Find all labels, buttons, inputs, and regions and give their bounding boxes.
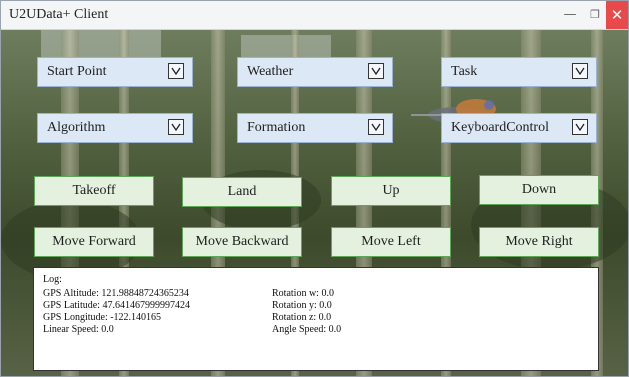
up-button[interactable]: Up bbox=[331, 176, 451, 206]
algorithm-label: Algorithm bbox=[47, 120, 106, 135]
title-bar: U2UData+ Client — ❐ ✕ bbox=[1, 1, 628, 30]
log-linear-speed: Linear Speed: 0.0 bbox=[43, 324, 114, 335]
takeoff-button[interactable]: Takeoff bbox=[34, 176, 154, 206]
log-rotation-column: Rotation w: 0.0 Rotation y: 0.0 Rotation… bbox=[272, 288, 341, 336]
algorithm-dropdown[interactable]: Algorithm bbox=[37, 113, 193, 143]
chevron-down-icon[interactable] bbox=[572, 119, 588, 135]
move-forward-button[interactable]: Move Forward bbox=[34, 227, 154, 257]
task-dropdown[interactable]: Task bbox=[441, 57, 597, 87]
start-point-label: Start Point bbox=[47, 64, 107, 79]
log-gps-column: GPS Altitude: 121.98848724365234 GPS Lat… bbox=[43, 288, 190, 336]
log-panel: Log: GPS Altitude: 121.98848724365234 GP… bbox=[33, 267, 599, 371]
move-right-button[interactable]: Move Right bbox=[479, 227, 599, 257]
log-angle-speed: Angle Speed: 0.0 bbox=[272, 324, 342, 335]
log-rotation-y: Rotation y: 0.0 bbox=[272, 300, 332, 311]
log-rotation-z: Rotation z: 0.0 bbox=[272, 312, 332, 323]
move-left-button[interactable]: Move Left bbox=[331, 227, 451, 257]
start-point-dropdown[interactable]: Start Point bbox=[37, 57, 193, 87]
keyboard-control-dropdown[interactable]: KeyboardControl bbox=[441, 113, 597, 143]
close-icon[interactable]: ✕ bbox=[606, 1, 628, 29]
app-window: U2UData+ Client — ❐ ✕ Start Point Weathe… bbox=[0, 0, 629, 377]
window-title: U2UData+ Client bbox=[9, 7, 109, 22]
land-button[interactable]: Land bbox=[182, 177, 302, 207]
log-gps-latitude: GPS Latitude: 47.641467999997424 bbox=[43, 300, 190, 311]
chevron-down-icon[interactable] bbox=[168, 63, 184, 79]
down-button[interactable]: Down bbox=[479, 175, 599, 205]
chevron-down-icon[interactable] bbox=[368, 63, 384, 79]
formation-dropdown[interactable]: Formation bbox=[237, 113, 393, 143]
log-gps-longitude: GPS Longitude: -122.140165 bbox=[43, 312, 162, 323]
weather-label: Weather bbox=[247, 64, 294, 79]
weather-dropdown[interactable]: Weather bbox=[237, 57, 393, 87]
move-backward-button[interactable]: Move Backward bbox=[182, 227, 302, 257]
log-rotation-w: Rotation w: 0.0 bbox=[272, 288, 334, 299]
restore-icon[interactable]: ❐ bbox=[583, 1, 607, 29]
chevron-down-icon[interactable] bbox=[168, 119, 184, 135]
keyboard-control-label: KeyboardControl bbox=[451, 120, 549, 135]
chevron-down-icon[interactable] bbox=[572, 63, 588, 79]
minimize-icon[interactable]: — bbox=[558, 1, 582, 29]
chevron-down-icon[interactable] bbox=[368, 119, 384, 135]
task-label: Task bbox=[451, 64, 478, 79]
formation-label: Formation bbox=[247, 120, 306, 135]
log-title: Log: bbox=[43, 274, 62, 285]
log-gps-altitude: GPS Altitude: 121.98848724365234 bbox=[43, 288, 189, 299]
